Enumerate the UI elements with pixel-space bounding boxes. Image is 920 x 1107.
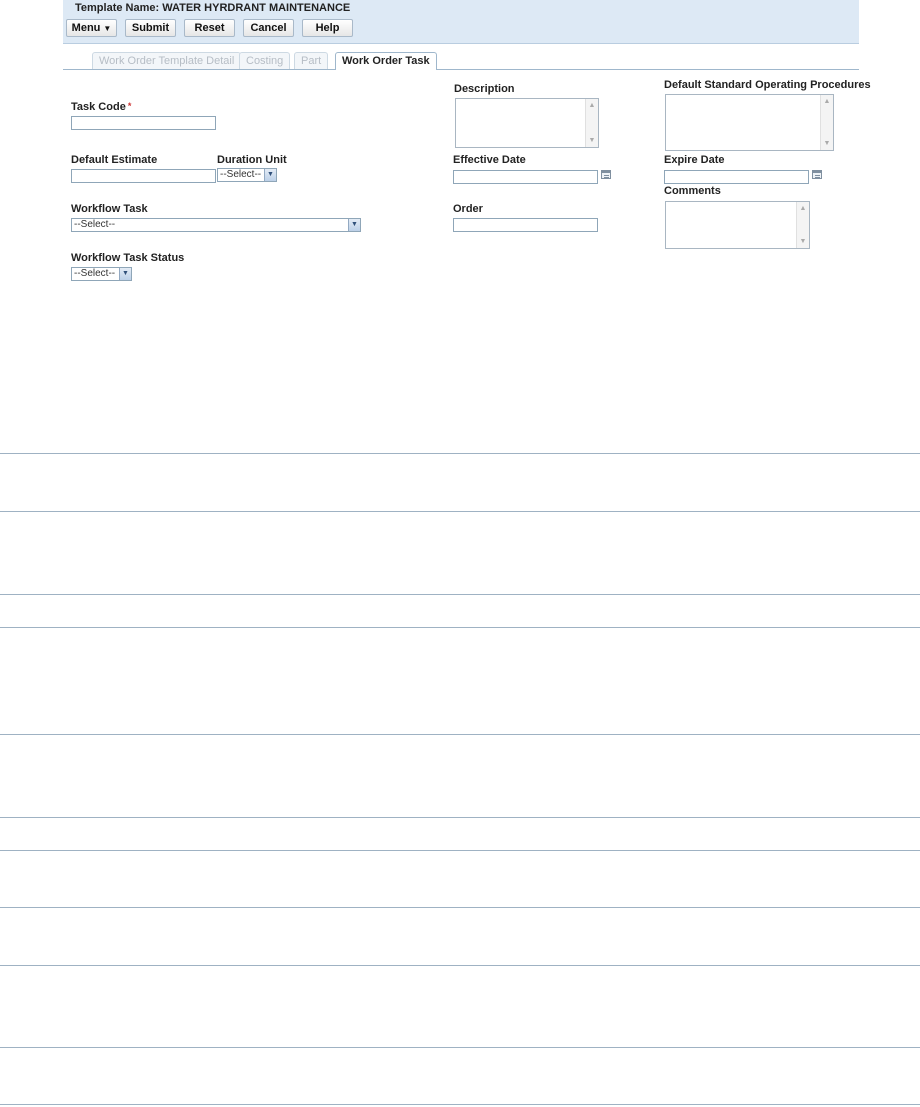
comments-label: Comments: [664, 185, 721, 197]
workflow-task-label: Workflow Task: [71, 203, 148, 215]
default-sop-label: Default Standard Operating Procedures: [664, 79, 871, 91]
tab-work-order-task[interactable]: Work Order Task: [335, 52, 437, 70]
calendar-icon[interactable]: [601, 170, 611, 179]
chevron-down-icon: ▼: [264, 169, 276, 181]
divider-line: [0, 1104, 920, 1105]
tab-work-order-template-detail[interactable]: Work Order Template Detail: [92, 52, 242, 69]
tabs-divider: [63, 69, 859, 70]
required-marker: *: [127, 101, 132, 111]
duration-unit-label: Duration Unit: [217, 154, 287, 166]
divider-line: [0, 734, 920, 735]
divider-line: [0, 817, 920, 818]
divider-line: [0, 850, 920, 851]
scrollbar[interactable]: ▲ ▼: [585, 99, 598, 147]
submit-button[interactable]: Submit: [125, 19, 176, 37]
help-button[interactable]: Help: [302, 19, 353, 37]
calendar-icon[interactable]: [812, 170, 822, 179]
description-label: Description: [454, 83, 515, 95]
workflow-task-status-select[interactable]: --Select-- ▼: [71, 267, 132, 281]
expire-date-label: Expire Date: [664, 154, 725, 166]
reset-button[interactable]: Reset: [184, 19, 235, 37]
scroll-up-icon[interactable]: ▲: [797, 203, 809, 214]
page-header: Template Name: WATER HYRDRANT MAINTENANC…: [63, 0, 859, 44]
caret-down-icon: ▼: [103, 24, 112, 33]
scrollbar[interactable]: ▲ ▼: [820, 95, 833, 150]
scroll-down-icon[interactable]: ▼: [821, 138, 833, 149]
scroll-up-icon[interactable]: ▲: [821, 96, 833, 107]
divider-line: [0, 907, 920, 908]
workflow-task-selected: --Select--: [74, 219, 116, 230]
task-code-label-text: Task Code: [71, 101, 126, 113]
task-code-label: Task Code *: [71, 101, 131, 113]
effective-date-input[interactable]: [453, 170, 598, 184]
divider-line: [0, 965, 920, 966]
duration-unit-selected: --Select--: [220, 169, 262, 180]
default-sop-textarea[interactable]: ▲ ▼: [665, 94, 834, 151]
effective-date-label: Effective Date: [453, 154, 526, 166]
order-label: Order: [453, 203, 483, 215]
scrollbar[interactable]: ▲ ▼: [796, 202, 809, 248]
chevron-down-icon: ▼: [119, 268, 131, 280]
menu-button[interactable]: Menu ▼: [66, 19, 117, 37]
menu-button-label: Menu: [71, 22, 101, 34]
duration-unit-select[interactable]: --Select-- ▼: [217, 168, 277, 182]
comments-textarea[interactable]: ▲ ▼: [665, 201, 810, 249]
default-estimate-label: Default Estimate: [71, 154, 158, 166]
task-code-input[interactable]: [71, 116, 216, 130]
scroll-up-icon[interactable]: ▲: [586, 100, 598, 111]
workflow-task-status-label: Workflow Task Status: [71, 252, 185, 264]
workflow-task-select[interactable]: --Select-- ▼: [71, 218, 361, 232]
expire-date-input[interactable]: [664, 170, 809, 184]
default-estimate-input[interactable]: [71, 169, 216, 183]
chevron-down-icon: ▼: [348, 219, 360, 231]
divider-line: [0, 594, 920, 595]
divider-line: [0, 453, 920, 454]
scroll-down-icon[interactable]: ▼: [586, 135, 598, 146]
scroll-down-icon[interactable]: ▼: [797, 236, 809, 247]
template-name-title: Template Name: WATER HYRDRANT MAINTENANC…: [75, 2, 351, 14]
tab-part[interactable]: Part: [294, 52, 329, 69]
divider-line: [0, 1047, 920, 1048]
description-textarea[interactable]: ▲ ▼: [455, 98, 599, 148]
workflow-task-status-selected: --Select--: [74, 268, 116, 279]
divider-line: [0, 627, 920, 628]
order-input[interactable]: [453, 218, 598, 232]
tab-costing[interactable]: Costing: [239, 52, 291, 69]
divider-line: [0, 511, 920, 512]
cancel-button[interactable]: Cancel: [243, 19, 294, 37]
